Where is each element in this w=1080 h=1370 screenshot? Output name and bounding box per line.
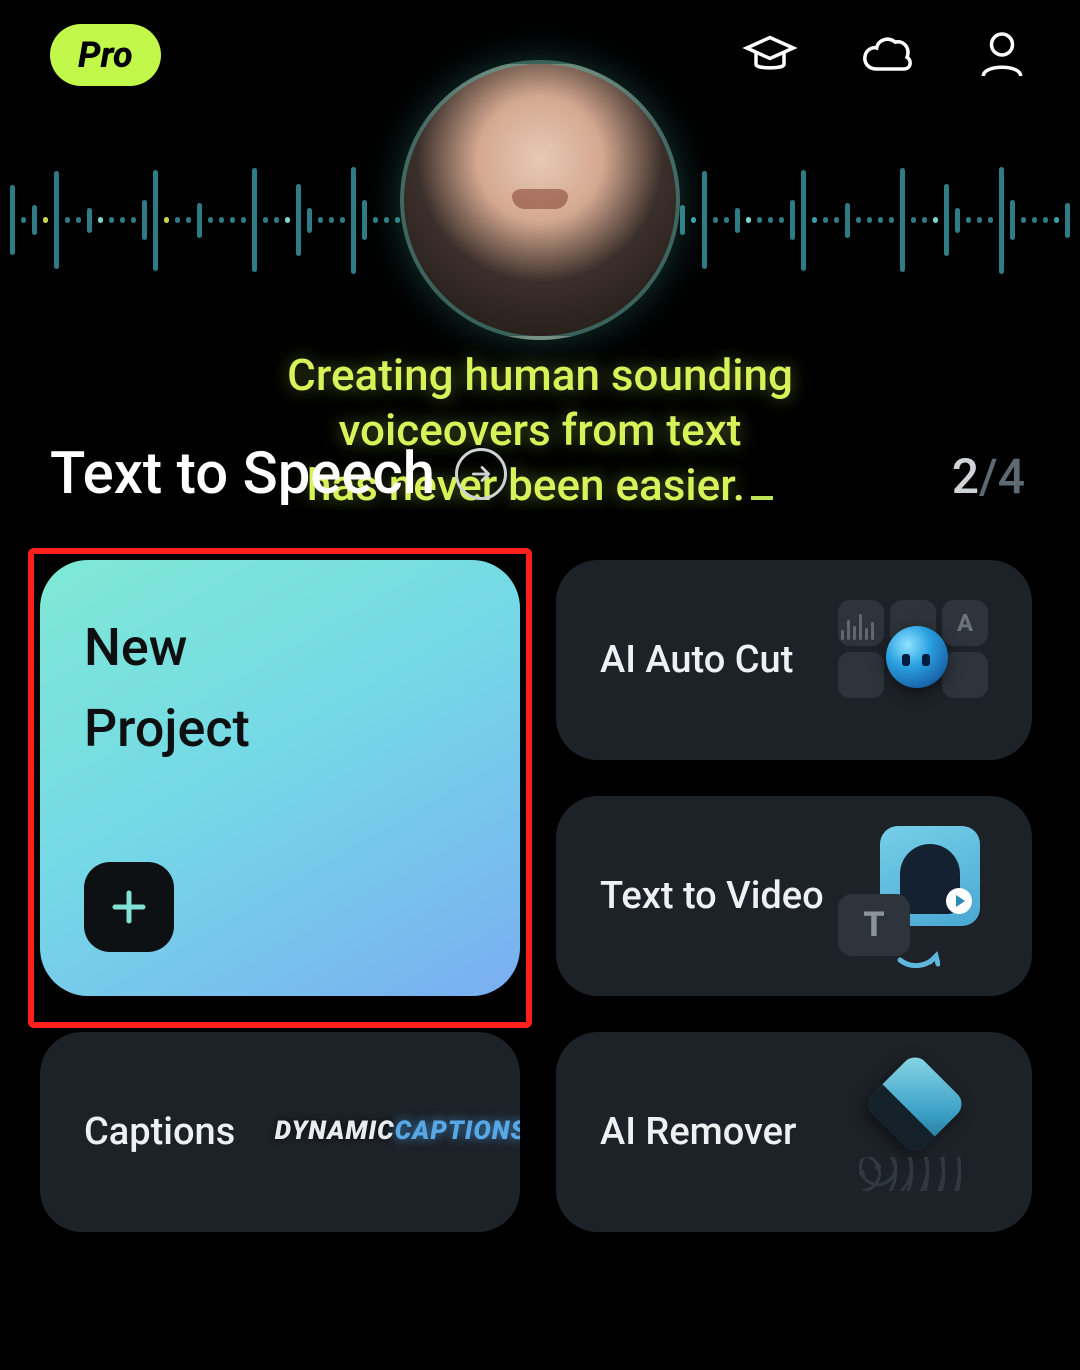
- header-actions: [742, 27, 1030, 83]
- app-header: Pro: [0, 0, 1080, 110]
- tile-label: AI Remover: [600, 1110, 838, 1154]
- ai-auto-cut-icon: [838, 595, 988, 725]
- section-title: Text to Speech: [50, 440, 435, 508]
- tagline-line: Creating human sounding: [0, 348, 1080, 403]
- section-title-row: Text to Speech: [50, 440, 507, 508]
- feature-grid: New Project AI Auto Cut Text to Video T: [40, 560, 1032, 1232]
- page-total: 4: [998, 448, 1025, 505]
- captions-icon: DYNAMIC CAPTIONS: [326, 1067, 476, 1197]
- text-to-video-icon: T: [838, 831, 988, 961]
- page-indicator: 2/4: [952, 448, 1025, 505]
- play-arrow-icon[interactable]: [455, 448, 507, 500]
- graduation-cap-icon[interactable]: [742, 27, 798, 83]
- tile-label: Text to Video: [600, 874, 838, 918]
- captions-tile[interactable]: Captions DYNAMIC CAPTIONS: [40, 1032, 520, 1232]
- tile-label: AI Auto Cut: [600, 638, 838, 682]
- new-project-label: New Project: [84, 608, 476, 769]
- captions-thumb-line: DYNAMIC: [275, 1118, 395, 1145]
- ai-remover-icon: [838, 1067, 988, 1197]
- captions-thumb-line: CAPTIONS: [395, 1118, 520, 1145]
- profile-icon[interactable]: [974, 27, 1030, 83]
- page-current: 2: [952, 448, 979, 505]
- ai-auto-cut-tile[interactable]: AI Auto Cut: [556, 560, 1032, 760]
- pro-badge[interactable]: Pro: [50, 24, 161, 86]
- text-to-video-tile[interactable]: Text to Video T: [556, 796, 1032, 996]
- plus-icon[interactable]: [84, 862, 174, 952]
- new-project-tile[interactable]: New Project: [40, 560, 520, 996]
- typing-cursor: [751, 496, 773, 500]
- cloud-icon[interactable]: [858, 27, 914, 83]
- ai-remover-tile[interactable]: AI Remover: [556, 1032, 1032, 1232]
